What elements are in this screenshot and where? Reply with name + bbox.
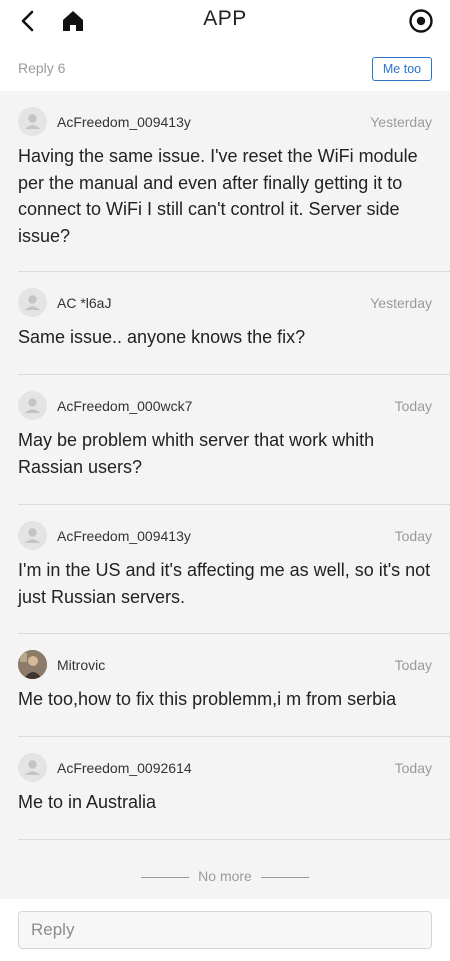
no-more-label: No more xyxy=(198,868,252,884)
comment-username[interactable]: AC *l6aJ xyxy=(57,295,111,311)
reply-count: Reply 6 xyxy=(18,60,66,76)
comment-time: Today xyxy=(394,760,432,776)
comment-text: I'm in the US and it's affecting me as w… xyxy=(18,560,431,607)
comment-username[interactable]: AcFreedom_009413y xyxy=(57,114,191,130)
comment-item: AcFreedom_000wck7 Today May be problem w… xyxy=(0,375,450,480)
comment-item: AcFreedom_009413y Today I'm in the US an… xyxy=(0,505,450,610)
comment-username[interactable]: AcFreedom_009413y xyxy=(57,528,191,544)
photo-avatar[interactable] xyxy=(18,650,47,679)
comment-list[interactable]: AcFreedom_009413y Yesterday Having the s… xyxy=(0,91,450,899)
comment-username[interactable]: Mitrovic xyxy=(57,657,105,673)
default-user-icon[interactable] xyxy=(18,521,47,550)
comment-time: Yesterday xyxy=(370,295,432,311)
comment-time: Today xyxy=(394,398,432,414)
reply-footer xyxy=(0,899,450,961)
comment-item: AcFreedom_0092614 Today Me to in Austral… xyxy=(0,737,450,816)
default-user-icon[interactable] xyxy=(18,391,47,420)
list-end-indicator: No more xyxy=(0,868,450,884)
comment-username[interactable]: AcFreedom_000wck7 xyxy=(57,398,192,414)
comment-text: May be problem whith server that work wh… xyxy=(18,430,375,477)
page-title: APP xyxy=(203,7,247,30)
default-user-icon[interactable] xyxy=(18,107,47,136)
comment-text: Having the same issue. I've reset the Wi… xyxy=(18,146,418,246)
comment-time: Today xyxy=(394,657,432,673)
comment-time: Today xyxy=(394,528,432,544)
comment-text: Me too,how to fix this problemm,i m from… xyxy=(18,689,397,709)
divider-line xyxy=(260,876,309,878)
comment-item: Mitrovic Today Me too,how to fix this pr… xyxy=(0,634,450,713)
default-user-icon[interactable] xyxy=(18,753,47,782)
divider xyxy=(18,839,450,840)
divider-line xyxy=(141,876,190,878)
comment-item: AC *l6aJ Yesterday Same issue.. anyone k… xyxy=(0,272,450,351)
me-too-button[interactable]: Me too xyxy=(372,57,432,81)
reply-input[interactable] xyxy=(18,911,432,949)
app-header: APP xyxy=(0,0,450,44)
comment-text: Same issue.. anyone knows the fix? xyxy=(18,327,306,347)
comment-text: Me to in Australia xyxy=(18,792,157,812)
default-user-icon[interactable] xyxy=(18,288,47,317)
comment-time: Yesterday xyxy=(370,114,432,130)
comment-item: AcFreedom_009413y Yesterday Having the s… xyxy=(0,91,450,249)
target-circle-icon[interactable] xyxy=(406,6,436,36)
reply-count-bar: Reply 6 Me too xyxy=(0,44,450,90)
comment-username[interactable]: AcFreedom_0092614 xyxy=(57,760,192,776)
